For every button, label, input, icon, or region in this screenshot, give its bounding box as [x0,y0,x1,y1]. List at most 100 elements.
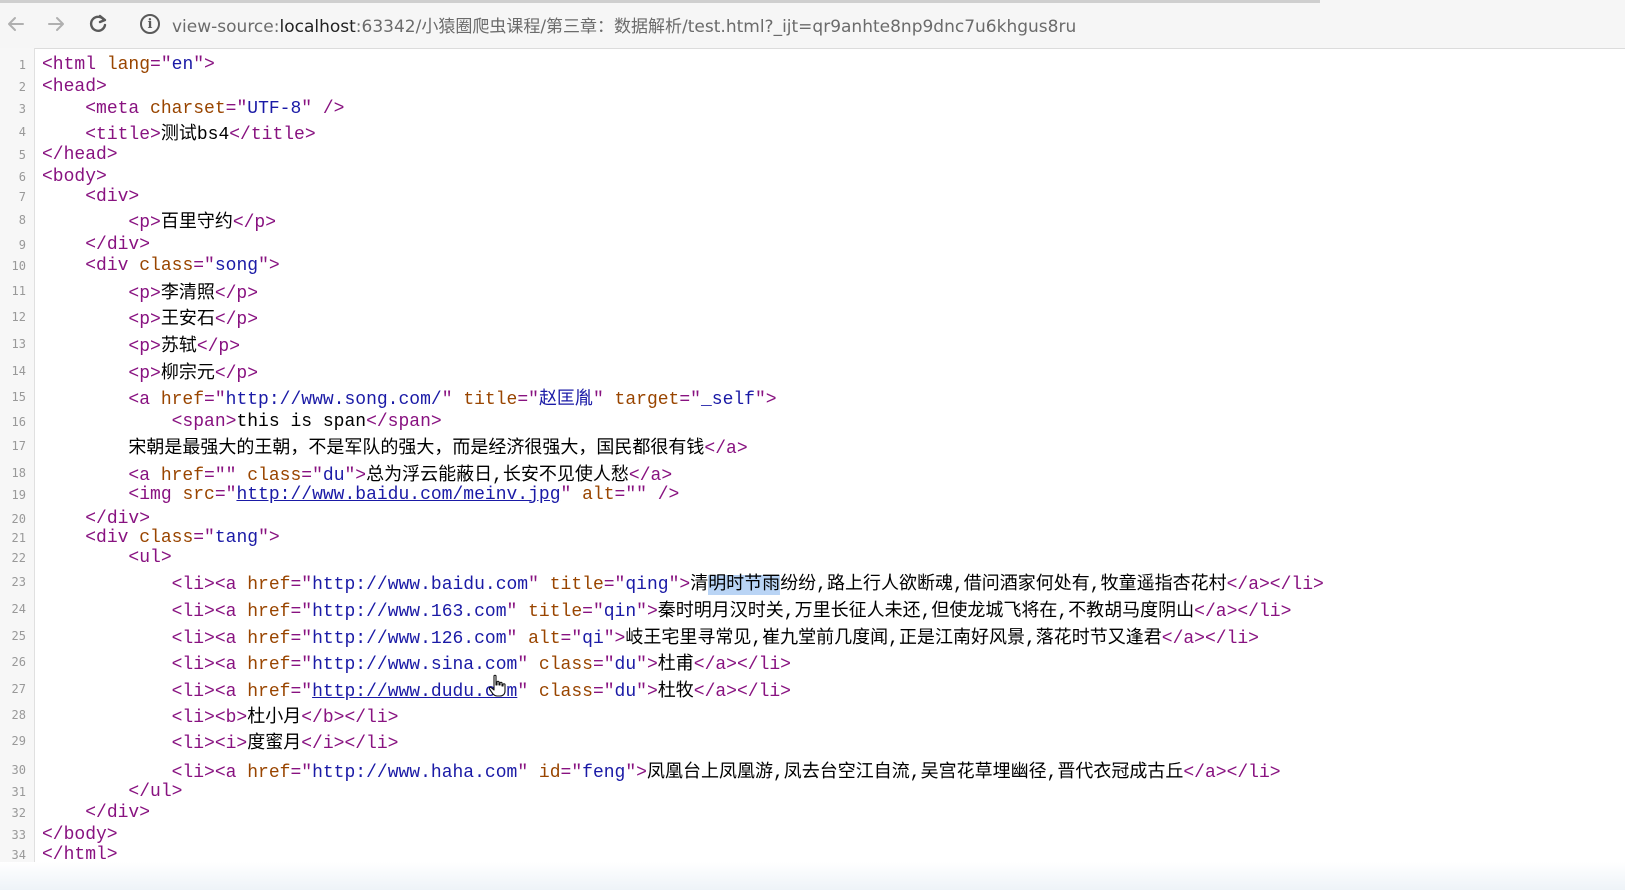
tag-token: =" [290,574,313,595]
info-icon[interactable]: i [140,14,160,34]
attr-name-token: href [247,574,291,595]
tag-token: </p> [214,283,259,304]
tag-token: </p> [196,336,241,357]
attr-name-token: class [538,681,593,702]
tag-token: </a></li> [1161,628,1259,649]
line-number: 33 [11,827,26,842]
tag-token: "> [636,601,658,622]
attr-name-token: href [247,628,291,649]
source-line: 27 <li><a href="http://www.dudu.com" cla… [0,676,1625,702]
reload-button[interactable] [82,8,114,40]
text-token: 秦时明月汉时关,万里长征人未还,但使龙城飞将在,不教胡马度阴山 [657,601,1195,622]
attr-value-token: qin [603,601,637,622]
tag-token: </p> [214,363,259,384]
source-code: <p>李清照</p> [42,278,258,304]
tag-token: <li><a [171,654,248,675]
source-code: 宋朝是最强大的王朝，不是军队的强大，而是经济很强大，国民都很有钱</a> [42,433,748,459]
source-code: <li><a href="http://www.dudu.com" class=… [42,676,791,702]
tag-token: "> [636,654,658,675]
attr-name-token: href [247,601,291,622]
source-code: <li><i>度蜜月</i></li> [42,728,399,754]
tag-token: <p> [128,283,161,304]
attr-name-token: href [160,389,205,410]
tag-token: </head> [42,144,118,165]
tag-token: "> [668,574,691,595]
tag-token: <ul> [128,547,172,568]
line-number: 32 [11,805,26,820]
line-number: 16 [11,414,26,429]
attr-name-token: class [139,255,194,276]
source-code: </div> [42,235,150,255]
tag-token: </a></li> [1194,601,1292,622]
text-token: 王安石 [160,309,215,330]
source-code: <li><b>杜小月</b></li> [42,702,399,728]
tag-token: <img [128,484,183,505]
link-token[interactable]: http://www.baidu.com/meinv.jpg [236,485,560,505]
tag-token: =" [582,601,604,622]
text-token: 杜甫 [657,654,694,675]
attr-name-token: alt [528,628,561,649]
tag-token: " [528,574,550,595]
attr-name-token: title [528,601,583,622]
source-line: 17 宋朝是最强大的王朝，不是军队的强大，而是经济很强大，国民都很有钱</a> [0,433,1625,459]
attr-value-token: qi [582,628,604,649]
line-number: 19 [11,487,26,502]
tag-token: "> [603,628,626,649]
tag-token: "> [258,255,280,276]
tag-token: </ul> [128,781,183,802]
line-number: 31 [11,784,26,799]
line-number: 4 [18,124,26,139]
tag-token: =" [517,389,539,410]
attr-name-token: href [247,654,291,675]
tag-token: <li><i> [171,733,248,754]
url-text[interactable]: view-source:localhost:63342/小猿圈爬虫课程/第三章：… [172,12,1076,37]
line-number: 24 [11,601,26,616]
forward-button[interactable] [40,8,72,40]
address-bar[interactable]: i view-source:localhost:63342/小猿圈爬虫课程/第三… [130,6,1610,42]
source-code: <p>苏轼</p> [42,331,240,357]
tag-token: =" [193,255,215,276]
line-number: 20 [11,511,26,526]
source-code: <li><a href="http://www.126.com" alt="qi… [42,623,1259,649]
line-number: 8 [18,212,26,227]
back-button[interactable] [0,8,32,40]
hand-pointer-icon [488,674,506,697]
tag-token: <p> [128,309,161,330]
text-token: 杜小月 [247,707,302,728]
attr-name-token: href [247,681,291,702]
attr-name-token: lang [106,54,151,75]
line-number: 10 [11,258,26,273]
source-line: 14 <p>柳宗元</p> [0,358,1625,384]
tab-strip-edge [0,0,1320,3]
line-number: 26 [11,654,26,669]
tag-token: <li><a [171,628,248,649]
forward-arrow-icon [48,17,64,31]
attr-value-token: song [214,255,259,276]
source-line: 4 <title>测试bs4</title> [0,119,1625,145]
source-line: 16 <span>this is span</span> [0,409,1625,434]
source-line: 22 <ul> [0,545,1625,570]
line-number: 30 [11,762,26,777]
source-code: <html lang="en"> [42,55,215,75]
line-number: 29 [11,733,26,748]
link-token[interactable]: http://www.dudu.com [312,682,517,702]
line-number: 12 [11,309,26,324]
line-number: 22 [11,550,26,565]
tag-token: </a> [704,438,748,459]
source-line: 28 <li><b>杜小月</b></li> [0,702,1625,728]
text-token: 柳宗元 [160,363,215,384]
tag-token: </b></li> [301,707,399,728]
tag-token: <meta [85,98,151,119]
attr-name-token: src [182,484,215,505]
attr-value-token: du [614,681,637,702]
tag-token: <li><a [171,681,248,702]
source-line: 11 <p>李清照</p> [0,278,1625,304]
tag-token: =" [592,681,615,702]
